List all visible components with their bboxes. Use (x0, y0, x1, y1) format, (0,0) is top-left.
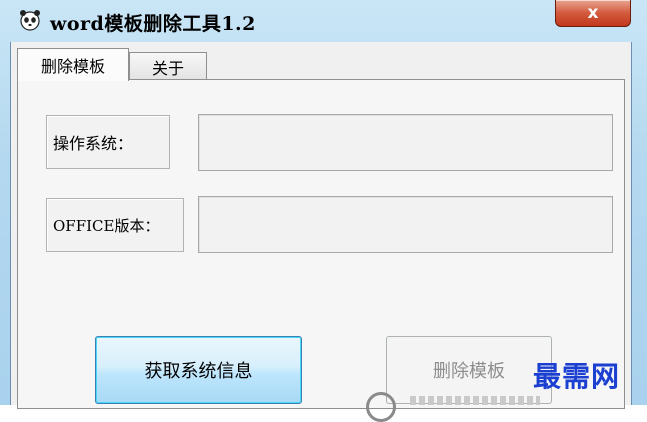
client-area: 删除模板 关于 操作系统： OFFICE版本： 获取系统信息 删除模板 (10, 42, 632, 409)
watermark-logo-icon (366, 392, 396, 422)
office-version-field[interactable] (198, 196, 613, 253)
delete-template-button[interactable]: 删除模板 (386, 336, 552, 404)
close-icon: x (587, 3, 599, 23)
title-bar[interactable]: word模板删除工具1.2 x (0, 0, 647, 42)
get-system-info-button[interactable]: 获取系统信息 (95, 336, 302, 404)
tab-label: 删除模板 (40, 57, 105, 76)
office-label-text: OFFICE版本： (53, 216, 160, 235)
tab-about[interactable]: 关于 (129, 52, 207, 80)
app-window: word模板删除工具1.2 x 删除模板 关于 操作系统： OFFICE版本： (0, 0, 647, 422)
os-label-text: 操作系统： (53, 134, 134, 153)
close-button[interactable]: x (555, 0, 631, 27)
get-info-label: 获取系统信息 (144, 361, 253, 382)
window-title: word模板删除工具1.2 (50, 13, 256, 35)
os-label: 操作系统： (46, 115, 170, 169)
os-field[interactable] (198, 114, 613, 171)
panda-icon (20, 10, 40, 31)
watermark-text: 最需网 (533, 360, 621, 393)
tab-label: 关于 (151, 58, 184, 78)
office-version-label: OFFICE版本： (46, 198, 184, 252)
watermark-url-strip (410, 396, 540, 405)
delete-template-label: 删除模板 (433, 361, 505, 382)
tab-delete-template[interactable]: 删除模板 (17, 48, 129, 81)
